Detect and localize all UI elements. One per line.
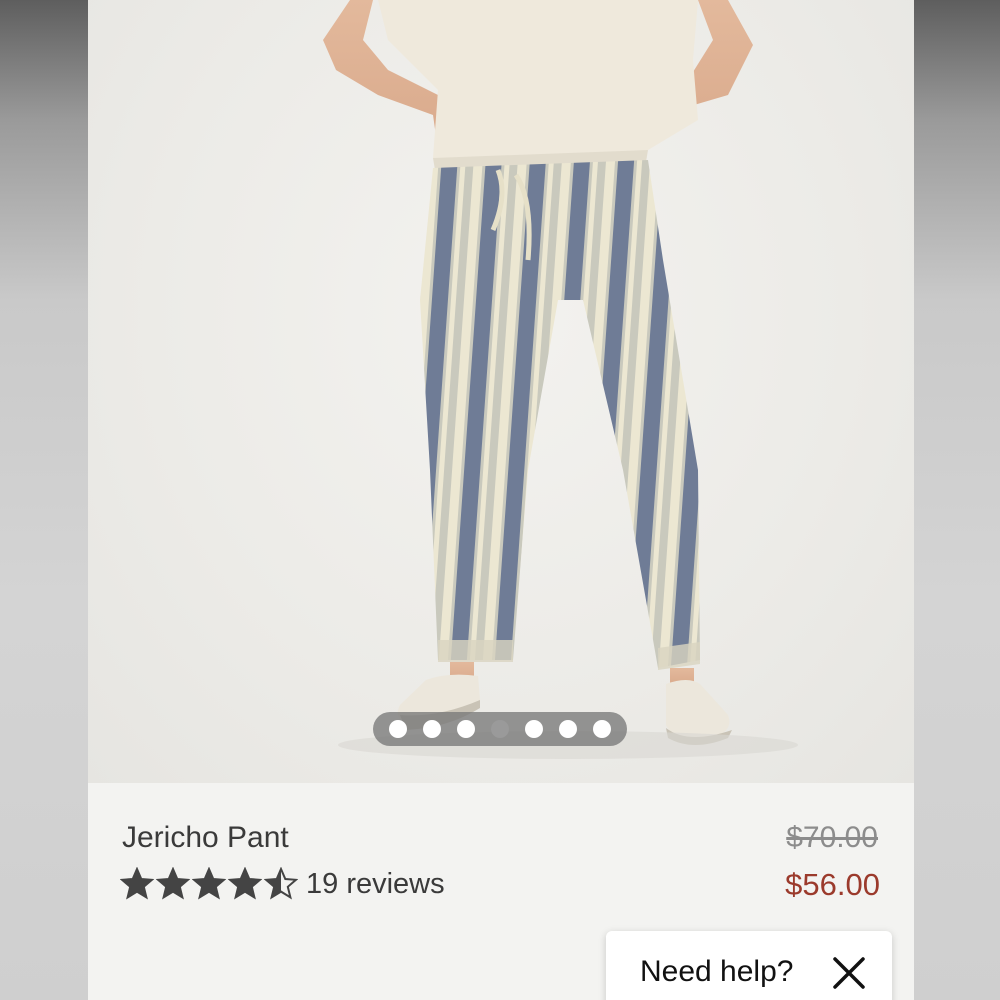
product-page: Jericho Pant 19 reviews $70.00 $56.00 Ne… bbox=[88, 0, 914, 1000]
product-rating[interactable]: 19 reviews bbox=[120, 867, 445, 901]
sale-price: $56.00 bbox=[785, 867, 880, 902]
carousel-dot[interactable] bbox=[457, 720, 475, 738]
reviews-link[interactable]: 19 reviews bbox=[306, 868, 445, 901]
close-icon[interactable] bbox=[831, 955, 867, 991]
product-photo-illustration bbox=[323, 0, 798, 759]
product-name: Jericho Pant bbox=[122, 821, 289, 854]
blurred-backdrop-right bbox=[914, 0, 1000, 1000]
carousel-dot[interactable] bbox=[593, 720, 611, 738]
star-full-icon bbox=[192, 867, 226, 900]
carousel-dot[interactable] bbox=[559, 720, 577, 738]
star-rating bbox=[120, 867, 298, 901]
carousel-dot[interactable] bbox=[389, 720, 407, 738]
carousel-dot[interactable] bbox=[525, 720, 543, 738]
star-full-icon bbox=[120, 867, 154, 900]
original-price: $70.00 bbox=[786, 821, 878, 854]
star-full-icon bbox=[228, 867, 262, 900]
carousel-pagination bbox=[373, 712, 627, 746]
need-help-chat[interactable]: Need help? bbox=[606, 931, 892, 1000]
product-image[interactable] bbox=[88, 0, 914, 783]
carousel-dot[interactable] bbox=[423, 720, 441, 738]
need-help-label[interactable]: Need help? bbox=[640, 955, 793, 989]
star-half-icon bbox=[264, 867, 298, 900]
carousel-dot[interactable] bbox=[491, 720, 509, 738]
blurred-backdrop-left bbox=[0, 0, 88, 1000]
star-full-icon bbox=[156, 867, 190, 900]
